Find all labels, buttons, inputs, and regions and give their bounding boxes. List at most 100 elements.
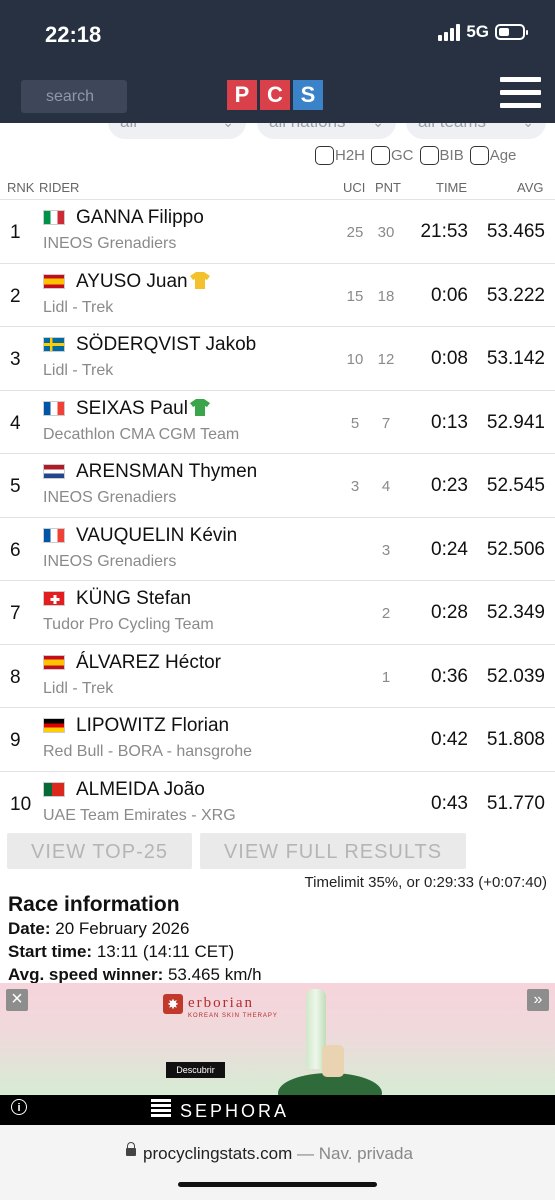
logo-letter-p: P [227,80,257,110]
rider-name: ALMEIDA João [76,778,205,800]
col-pnt: PNT [375,180,401,195]
toggle-h2h[interactable]: H2H [315,146,365,165]
team-name-link[interactable]: Lidl - Trek [43,680,113,698]
rider-name-link[interactable]: SÖDERQVIST Jakob [76,334,256,356]
info-icon[interactable]: i [11,1099,27,1115]
url-text[interactable]: procyclingstats.com — Nav. privada [143,1144,413,1164]
flag-spain-icon [43,654,65,670]
date-value: 20 February 2026 [55,919,190,938]
team-name-link[interactable]: INEOS Grenadiers [43,235,176,253]
checkbox[interactable] [469,146,489,165]
rider-name-link[interactable]: ÁLVAREZ Héctor [76,652,221,674]
uci-points: 10 [346,351,364,368]
avg-speed: 51.808 [486,729,545,750]
rank: 7 [10,603,21,624]
col-uci: UCI [343,180,366,195]
view-full-results-button[interactable]: VIEW FULL RESULTS [200,833,466,869]
time-gap: 0:36 [431,665,468,687]
flag-italy-icon [43,210,65,225]
team-name-link[interactable]: Decathlon CMA CGM Team [43,426,239,444]
avg-speed: 52.545 [486,475,545,496]
signal-icon [438,23,461,41]
checkbox[interactable] [315,146,334,165]
filter-select-value: all teams [418,123,486,131]
rider-name-link[interactable]: SEIXAS Paul [76,398,210,420]
avg-speed: 51.770 [486,792,545,814]
rider-name: SÖDERQVIST Jakob [76,334,257,355]
table-row[interactable]: 10 ALMEIDA João UAE Team Emirates - XRG 0:4… [0,770,555,835]
rider-name: LIPOWITZ Florian [76,715,230,736]
team-name-link[interactable]: UAE Team Emirates - XRG [43,807,236,825]
rider-name-link[interactable]: AYUSO Juan [76,271,210,293]
table-row[interactable]: 9 LIPOWITZ Florian Red Bull - BORA - hansg… [0,707,555,771]
date-label: Date: [8,919,51,938]
team-name-link[interactable]: INEOS Grenadiers [43,489,176,507]
sephora-logo-icon [151,1099,171,1122]
ad-banner[interactable]: × » ✸ erborian KOREAN SKIN THERAPY Descu… [0,983,555,1095]
avg-speed: 52.039 [486,665,545,687]
team-name-link[interactable]: Lidl - Trek [43,362,113,380]
rider-name-link[interactable]: ARENSMAN Thymen [76,461,257,483]
filter-select-nation[interactable]: all nations ⌄ [257,123,396,139]
table-row[interactable]: 1 GANNA Filippo INEOS Grenadiers 25 30 21:53 5… [0,199,555,263]
points: 1 [381,668,391,686]
team-name-link[interactable]: INEOS Grenadiers [43,553,176,571]
filter-select-category[interactable]: all ⌄ [108,123,246,139]
avg-speed: 52.506 [486,538,545,560]
lock-icon [126,1142,136,1156]
rank: 10 [10,793,32,815]
team-name-link[interactable]: Red Bull - BORA - hansgrohe [43,743,252,761]
filter-select-value: all [120,123,137,131]
table-row[interactable]: 8 ÁLVAREZ Héctor Lidl - Trek 1 0:36 52.039 [0,643,555,708]
col-rnk: RNK [7,180,35,195]
results-table-header: RNK RIDER UCI PNT TIME AVG [0,180,555,198]
time-gap: 0:28 [431,602,468,623]
rider-name-link[interactable]: LIPOWITZ Florian [76,715,229,737]
view-top25-button[interactable]: VIEW TOP-25 [7,833,192,869]
points: 7 [381,414,391,432]
time-gap: 21:53 [420,221,468,242]
flag-germany-icon [43,718,65,733]
ad-sponsor: SEPHORA [180,1101,290,1121]
filter-bar: all ⌄ all nations ⌄ all teams ⌄ [0,123,555,143]
time-gap: 0:24 [431,538,468,560]
flag-spain-icon [43,273,65,289]
table-row[interactable]: 2 AYUSO Juan Lidl - Trek 15 18 0:06 53.222 [0,262,555,327]
table-row[interactable]: 4 SEIXAS Paul Decathlon CMA CGM Team 5 7 0:13… [0,389,555,454]
rider-name-link[interactable]: ALMEIDA João [76,779,205,801]
rank: 6 [10,539,21,561]
rank: 1 [10,222,21,243]
rider-name-link[interactable]: VAUQUELIN Kévin [76,525,237,547]
chevron-down-icon: ⌄ [222,123,234,139]
pcs-logo[interactable]: P C S [227,80,323,110]
table-row[interactable]: 3 SÖDERQVIST Jakob Lidl - Trek 10 12 0:08 53.1… [0,326,555,390]
close-icon[interactable]: × [6,989,28,1011]
filter-select-team[interactable]: all teams ⌄ [406,123,546,139]
avg-speed: 53.465 [486,221,545,242]
rider-name: ÁLVAREZ Héctor [76,651,222,673]
rider-name-link[interactable]: KÜNG Stefan [76,588,191,610]
rider-name-link[interactable]: GANNA Filippo [76,207,204,229]
col-avg: AVG [517,180,544,195]
double-chevron-right-icon[interactable]: » [527,989,549,1011]
search-input[interactable]: search [21,80,127,113]
timelimit-text: Timelimit 35%, or 0:29:33 (+0:07:40) [304,874,547,891]
menu-icon[interactable] [500,77,541,109]
flag-portugal-icon [43,781,65,797]
flag-sweden-icon [43,337,65,352]
table-row[interactable]: 5 ARENSMAN Thymen INEOS Grenadiers 3 4 0:23 52… [0,453,555,517]
avg-speed: 52.941 [486,411,545,433]
toggle-bib[interactable]: BIB [419,146,464,165]
flag-france-icon [43,527,65,543]
time-gap: 0:06 [431,284,468,306]
checkbox[interactable] [371,146,391,165]
checkbox[interactable] [419,146,439,165]
ad-cta-button[interactable]: Descubrir [166,1062,225,1078]
table-row[interactable]: 7 KÜNG Stefan Tudor Pro Cycling Team 2 0:28 5… [0,580,555,644]
team-name-link[interactable]: Lidl - Trek [43,299,113,317]
toggle-gc[interactable]: GC [371,146,414,165]
table-row[interactable]: 6 VAUQUELIN Kévin INEOS Grenadiers 3 0:24 52.… [0,516,555,581]
team-name-link[interactable]: Tudor Pro Cycling Team [43,616,214,634]
toggle-age[interactable]: Age [469,146,516,165]
erborian-logo-icon: ✸ [163,994,183,1014]
